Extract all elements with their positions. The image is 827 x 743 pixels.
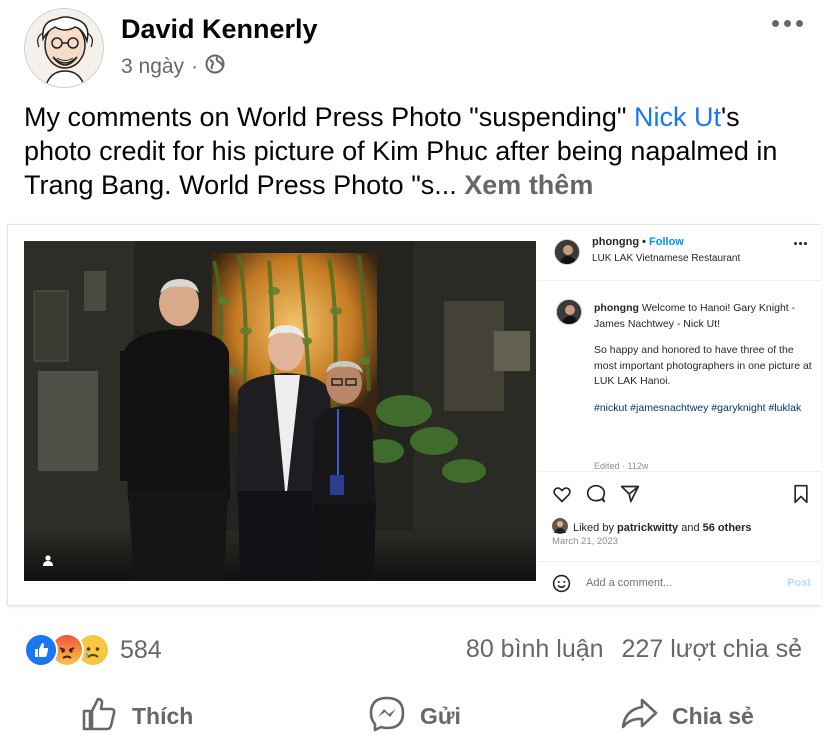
- share-label: Chia sẻ: [672, 703, 754, 729]
- liked-mid: and: [678, 521, 703, 534]
- liked-count[interactable]: 56 others: [703, 522, 752, 534]
- globe-icon: [205, 54, 225, 80]
- reaction-count[interactable]: 584: [120, 636, 162, 665]
- like-button[interactable]: Thích: [80, 690, 193, 743]
- liked-by-avatar: [552, 518, 568, 537]
- post-text-start: My comments on World Press Photo "suspen…: [24, 102, 634, 132]
- meta-separator: ·: [191, 55, 199, 78]
- ig-comment-box[interactable]: Add a comment... Post: [538, 561, 821, 605]
- emoji-icon[interactable]: [552, 574, 571, 593]
- heart-icon[interactable]: [552, 484, 572, 504]
- post-comment-button[interactable]: Post: [787, 577, 811, 589]
- comments-count[interactable]: 80 bình luận: [466, 635, 604, 664]
- author-avatar[interactable]: [24, 8, 104, 88]
- tagged-user-icon[interactable]: [42, 553, 54, 566]
- messenger-icon: [368, 695, 406, 739]
- shares-count[interactable]: 227 lượt chia sẻ: [622, 635, 802, 664]
- ig-user-avatar[interactable]: [554, 239, 580, 265]
- ig-actions-bar: Liked by patrickwitty and 56 others Marc…: [538, 471, 821, 555]
- post-text: My comments on World Press Photo "suspen…: [24, 100, 804, 202]
- ig-post-date: March 21, 2023: [552, 536, 619, 547]
- share-arrow-icon: [620, 695, 658, 739]
- bookmark-icon[interactable]: [791, 484, 811, 504]
- ig-location[interactable]: LUK LAK Vietnamese Restaurant: [592, 253, 740, 264]
- ig-more-options-icon[interactable]: [794, 242, 807, 245]
- ig-likes-row[interactable]: Liked by patrickwitty and 56 others: [552, 518, 752, 537]
- post-meta: 3 ngày ·: [121, 54, 225, 80]
- post-time[interactable]: 3 ngày: [121, 55, 184, 79]
- ig-caption: phongng Welcome to Hanoi! Gary Knight - …: [594, 301, 814, 427]
- reactions-summary[interactable]: 584: [24, 633, 162, 667]
- post-action-bar: Thích Gửi Chia sẻ: [0, 690, 827, 743]
- engagement-stats: 80 bình luận 227 lượt chia sẻ: [466, 635, 802, 664]
- share-button[interactable]: Chia sẻ: [620, 690, 754, 743]
- instagram-photo[interactable]: [24, 241, 536, 581]
- see-more-link[interactable]: Xem thêm: [464, 170, 593, 200]
- follow-button[interactable]: Follow: [649, 236, 684, 248]
- ig-post-header: phongng • Follow LUK LAK Vietnamese Rest…: [538, 225, 821, 281]
- share-icon[interactable]: [620, 484, 640, 504]
- liked-prefix: Liked by: [573, 521, 618, 534]
- ig-username-row: phongng • Follow: [592, 236, 684, 248]
- ig-caption-avatar[interactable]: [556, 299, 582, 325]
- ig-edited-label: Edited · 112w: [594, 461, 649, 470]
- author-name[interactable]: David Kennerly: [121, 14, 318, 45]
- ig-username[interactable]: phongng: [592, 236, 639, 248]
- instagram-side-panel: phongng • Follow LUK LAK Vietnamese Rest…: [538, 225, 821, 605]
- ig-hashtags[interactable]: #nickut #jamesnachtwey #garyknight #lukl…: [594, 401, 814, 417]
- like-label: Thích: [132, 703, 194, 729]
- comment-input[interactable]: Add a comment...: [586, 577, 672, 589]
- comment-icon[interactable]: [586, 484, 606, 504]
- more-options-icon[interactable]: [772, 20, 803, 27]
- liked-user[interactable]: patrickwitty: [617, 522, 678, 534]
- attached-image[interactable]: phongng • Follow LUK LAK Vietnamese Rest…: [7, 224, 821, 606]
- post-header: David Kennerly 3 ngày ·: [0, 0, 827, 95]
- ig-dot: •: [642, 236, 646, 248]
- thumbs-up-icon: [80, 695, 118, 739]
- like-icon: [24, 633, 58, 667]
- mention-link[interactable]: Nick Ut: [634, 102, 721, 132]
- ig-caption-username[interactable]: phongng: [594, 302, 639, 314]
- send-label: Gửi: [420, 703, 461, 729]
- ig-caption-para2: So happy and honored to have three of th…: [594, 344, 812, 387]
- send-button[interactable]: Gửi: [368, 690, 461, 743]
